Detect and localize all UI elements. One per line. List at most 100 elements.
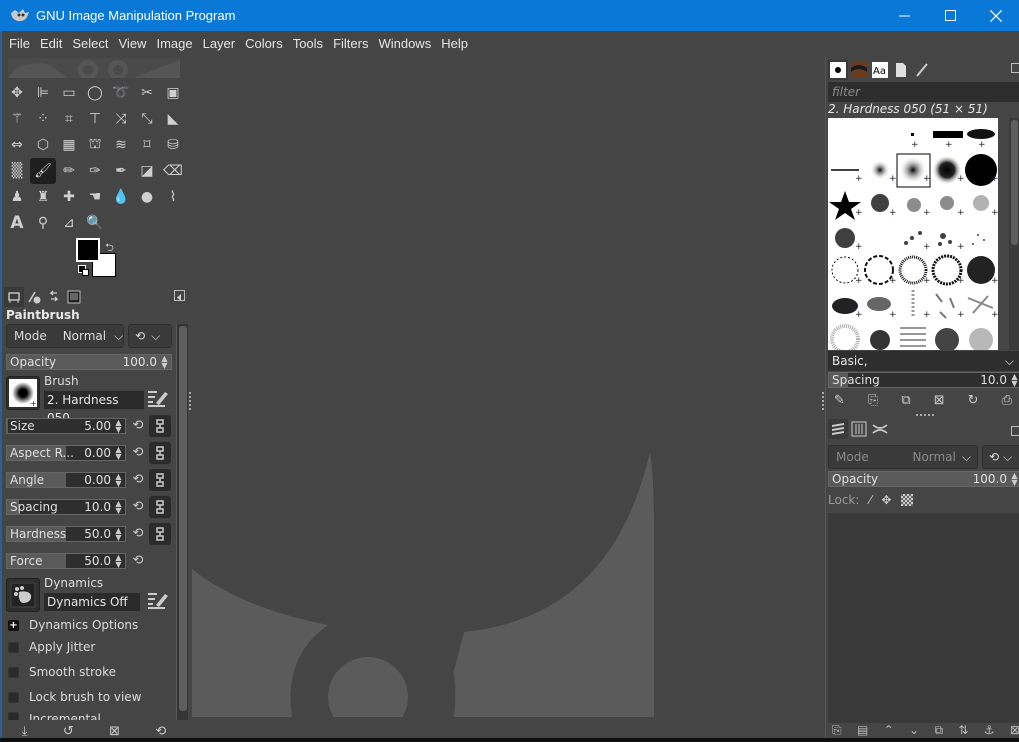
tab-channels[interactable]	[849, 419, 869, 439]
checkbox[interactable]	[8, 641, 19, 653]
color-picker-tool[interactable]: ⚲	[30, 210, 56, 236]
reset-aspect-r-icon[interactable]: ⟲	[130, 445, 146, 461]
tab-layers[interactable]	[828, 419, 848, 439]
rect-select-tool[interactable]: ▭	[56, 80, 82, 106]
tab-document-history[interactable]	[891, 60, 911, 80]
delete-brush-icon[interactable]: ⊠	[934, 393, 945, 413]
lock-alpha-icon[interactable]	[901, 494, 914, 506]
angle-slider[interactable]: Angle 0.00 ▲ ▼	[6, 472, 126, 488]
zoom-tool[interactable]: 🔍	[82, 210, 108, 236]
eraser-tool[interactable]: ⌫	[160, 158, 186, 184]
force-slider[interactable]: Force 50.0 ▲ ▼	[6, 553, 126, 569]
by-color-select-tool[interactable]: ⁘	[30, 106, 56, 132]
open-as-image-icon[interactable]: ⎙	[1002, 393, 1012, 413]
smudge-tool-bandage[interactable]: ✚	[56, 184, 82, 210]
menu-edit[interactable]: Edit	[35, 31, 67, 57]
incremental-checkbox[interactable]: Incremental	[8, 712, 101, 720]
edit-brush-icon[interactable]: ✎	[834, 393, 845, 413]
pane-separator[interactable]	[916, 414, 934, 416]
spacing-slider[interactable]: Spacing 10.0 ▲ ▼	[6, 499, 126, 515]
spin-arrows-icon[interactable]: ▲ ▼	[113, 446, 124, 461]
minimize-button[interactable]	[881, 0, 927, 31]
mode-reset-combo[interactable]: ⟲ ⌵	[128, 324, 172, 348]
layers-list[interactable]	[828, 513, 1019, 723]
lock-position-icon[interactable]: ✥	[881, 493, 891, 507]
layer-mode-reset-combo[interactable]: ⟲ ⌵	[982, 445, 1019, 469]
brush-filter-input[interactable]: filter	[828, 82, 1019, 102]
paintbrush-tool[interactable]: 🖌	[30, 158, 56, 184]
flip-tool[interactable]: ⇔	[4, 132, 30, 158]
menu-image[interactable]: Image	[151, 31, 197, 57]
gradient-tool[interactable]: ▒	[4, 158, 30, 184]
tab-fonts[interactable]: Aa	[870, 60, 890, 80]
menu-file[interactable]: File	[4, 31, 35, 57]
refresh-icon[interactable]: ↻	[968, 393, 979, 413]
link-angle-button[interactable]	[149, 469, 171, 491]
perspective-clone-tool[interactable]: ⌑	[134, 132, 160, 158]
reset-spacing-icon[interactable]: ⟲	[130, 499, 146, 515]
scrollbar-thumb[interactable]	[179, 326, 187, 711]
spin-arrows-icon[interactable]: ▲ ▼	[113, 473, 124, 488]
dock-menu-button[interactable]	[1011, 63, 1019, 73]
close-button[interactable]	[973, 0, 1019, 31]
tab-undo-history[interactable]	[44, 287, 64, 307]
brush-name-field[interactable]: 2. Hardness 050	[44, 391, 144, 425]
spin-arrows-icon[interactable]: ▲ ▼	[1009, 373, 1019, 388]
airbrush-tool[interactable]: ✑	[82, 158, 108, 184]
aspect-r-slider[interactable]: Aspect R... 0.00 ▲ ▼	[6, 445, 126, 461]
unified-transform-tool[interactable]: ⊤	[82, 106, 108, 132]
restore-preset-icon[interactable]: ↺	[63, 724, 74, 739]
text-tool[interactable]: A	[4, 210, 30, 236]
tab-patterns[interactable]	[849, 60, 869, 80]
image-canvas-area[interactable]	[192, 57, 822, 742]
tab-tool-options[interactable]	[4, 287, 24, 307]
menu-filters[interactable]: Filters	[328, 31, 373, 57]
dynamics-options-expander[interactable]: + Dynamics Options	[8, 618, 138, 632]
reset-size-icon[interactable]: ⟲	[130, 418, 146, 434]
spin-arrows-icon[interactable]: ▲ ▼	[1009, 472, 1019, 487]
edit-brush-icon[interactable]	[147, 388, 169, 408]
link-hardness-button[interactable]	[149, 523, 171, 545]
duplicate-brush-icon[interactable]: ⧉	[901, 393, 910, 413]
tab-device-status[interactable]	[24, 287, 44, 307]
tab-brushes[interactable]	[828, 60, 848, 80]
tab-images[interactable]	[64, 287, 84, 307]
hardness-slider[interactable]: Hardness 50.0 ▲ ▼	[6, 526, 126, 542]
maximize-button[interactable]	[927, 0, 973, 31]
brush-grid-scrollbar[interactable]	[1009, 118, 1019, 350]
dynamics-name-field[interactable]: Dynamics Off	[44, 593, 140, 611]
checkbox[interactable]	[8, 666, 19, 678]
menu-view[interactable]: View	[114, 31, 152, 57]
lock-pixels-icon[interactable]: ⁄	[869, 493, 871, 507]
wilber-drop-area[interactable]	[8, 58, 180, 78]
link-size-button[interactable]	[149, 415, 171, 437]
move-tool[interactable]: ✥	[4, 80, 30, 106]
new-brush-icon[interactable]: ⎘	[868, 393, 878, 413]
heal-tool[interactable]: ♜	[30, 184, 56, 210]
warp-tool[interactable]: ≋	[108, 132, 134, 158]
menu-tools[interactable]: Tools	[288, 31, 328, 57]
handle-transform-tool[interactable]: ⤡	[134, 106, 160, 132]
spin-arrows-icon[interactable]: ▲ ▼	[113, 419, 124, 434]
spin-arrows-icon[interactable]: ▲ ▼	[113, 527, 124, 542]
reset-force-icon[interactable]: ⟲	[130, 553, 146, 569]
spin-arrows-icon[interactable]: ▲ ▼	[113, 554, 124, 569]
tab-brush-editor[interactable]	[912, 60, 932, 80]
menu-layer[interactable]: Layer	[198, 31, 241, 57]
reset-icon[interactable]: ⟲	[155, 724, 166, 739]
bucket-fill-tool[interactable]: ⛁	[160, 132, 186, 158]
swap-colors-icon[interactable]: ⮌	[105, 239, 114, 258]
save-preset-icon[interactable]: ⤓	[22, 724, 28, 739]
scissors-select-tool[interactable]: ✂	[134, 80, 160, 106]
edit-dynamics-icon[interactable]	[147, 590, 169, 610]
spin-arrows-icon[interactable]: ▲ ▼	[113, 500, 124, 515]
mypaint-brush-tool[interactable]: ◪	[134, 158, 160, 184]
dock-menu-button[interactable]	[1011, 426, 1019, 436]
brush-grid[interactable]: + + + + + + + + + + + + + + + + + + + + + + + + + +	[828, 118, 998, 350]
spin-arrows-icon[interactable]: ▲ ▼	[159, 355, 170, 370]
apply-jitter-checkbox[interactable]: Apply Jitter	[8, 640, 95, 654]
measure-tool[interactable]: ⊿	[56, 210, 82, 236]
paths-tool[interactable]: ⌇	[160, 184, 186, 210]
perspective-tool[interactable]: ⬡	[30, 132, 56, 158]
brush-preview-button[interactable]: +	[6, 376, 40, 410]
